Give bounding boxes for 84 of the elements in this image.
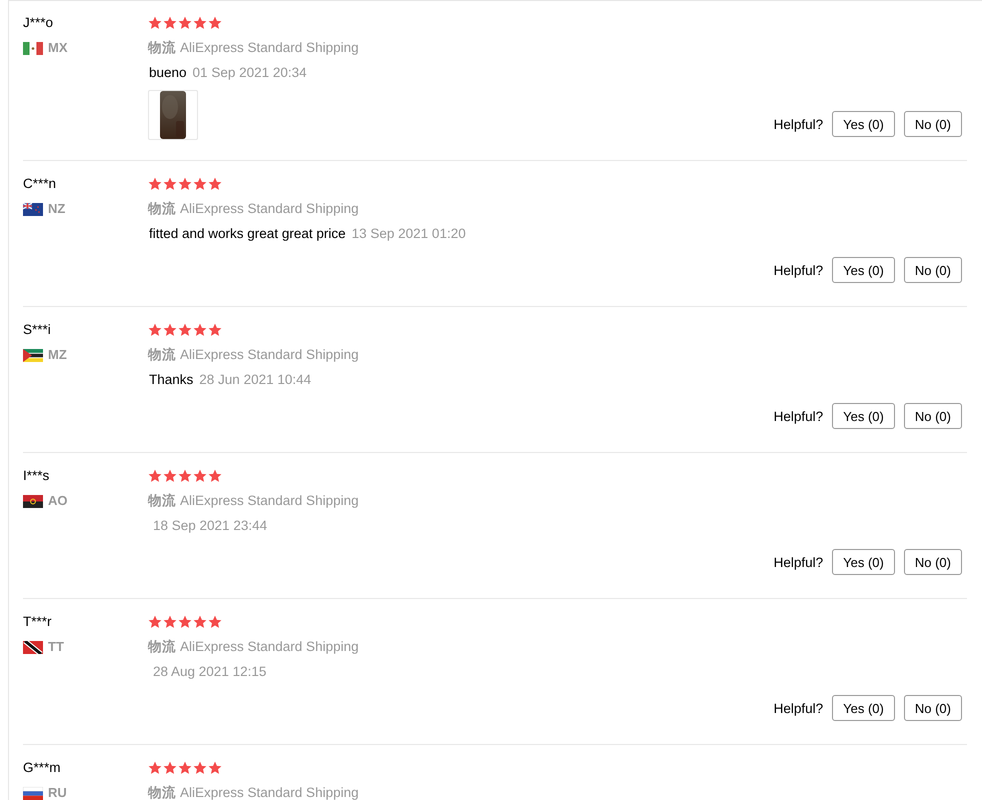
star-icon: [193, 469, 207, 483]
star-icon: [193, 16, 207, 30]
review-date: 13 Sep 2021 01:20: [352, 225, 466, 243]
no-button[interactable]: No (0): [904, 403, 962, 429]
star-icon: [163, 177, 177, 191]
review-text: Thanks: [149, 371, 194, 389]
helpful-label: Helpful?: [774, 262, 824, 278]
country-code: AO: [48, 492, 68, 510]
star-icon: [193, 177, 207, 191]
star-icon: [178, 323, 192, 337]
no-button[interactable]: No (0): [904, 695, 962, 721]
star-icon: [163, 16, 177, 30]
helpful-label: Helpful?: [774, 554, 824, 570]
shipping-label: 物流: [148, 784, 176, 800]
star-icon: [208, 469, 222, 483]
reviewer-name: S***i: [23, 321, 52, 339]
star-icon: [163, 615, 177, 629]
flag-icon: [23, 640, 43, 654]
review-date: 18 Sep 2021 23:44: [153, 517, 268, 535]
shipping-method: AliExpress Standard Shipping: [180, 346, 359, 364]
reviewer-name: C***n: [23, 175, 58, 193]
star-icon: [208, 323, 222, 337]
star-icon: [208, 615, 222, 629]
reviewer-name: T***r: [23, 613, 53, 631]
shipping-method: AliExpress Standard Shipping: [180, 39, 359, 57]
shipping-method: AliExpress Standard Shipping: [180, 492, 359, 510]
yes-button[interactable]: Yes (0): [832, 111, 895, 137]
star-icon: [163, 469, 177, 483]
review-date: 01 Sep 2021 20:34: [192, 64, 307, 82]
star-icon: [208, 177, 222, 191]
star-icon: [178, 615, 192, 629]
no-button[interactable]: No (0): [904, 111, 962, 137]
country-code: MX: [48, 39, 68, 57]
helpful-label: Helpful?: [774, 116, 824, 132]
star-icon: [178, 469, 192, 483]
review-date: 28 Jun 2021 10:44: [199, 371, 312, 389]
star-icon: [148, 323, 162, 337]
star-icon: [163, 323, 177, 337]
yes-button[interactable]: Yes (0): [832, 257, 895, 283]
star-icon: [193, 323, 207, 337]
reviewer-name: I***s: [23, 467, 50, 485]
shipping-label: 物流: [148, 492, 176, 510]
star-icon: [163, 761, 177, 775]
shipping-method: AliExpress Standard Shipping: [180, 784, 359, 800]
star-icon: [178, 16, 192, 30]
yes-button[interactable]: Yes (0): [832, 695, 895, 721]
star-icon: [148, 469, 162, 483]
country-code: NZ: [48, 200, 66, 218]
reviewer-name: G***m: [23, 759, 62, 777]
shipping-label: 物流: [148, 39, 176, 57]
shipping-method: AliExpress Standard Shipping: [180, 200, 359, 218]
review-text: fitted and works great great price: [149, 225, 346, 243]
helpful-label: Helpful?: [774, 700, 824, 716]
no-button[interactable]: No (0): [904, 549, 962, 575]
country-code: MZ: [48, 346, 67, 364]
shipping-method: AliExpress Standard Shipping: [180, 638, 359, 656]
flag-icon: [23, 42, 43, 54]
flag-icon: [23, 202, 43, 216]
country-code: RU: [48, 784, 67, 800]
star-icon: [208, 761, 222, 775]
star-icon: [148, 177, 162, 191]
star-icon: [178, 177, 192, 191]
star-icon: [178, 761, 192, 775]
yes-button[interactable]: Yes (0): [832, 403, 895, 429]
shipping-label: 物流: [148, 200, 176, 218]
star-icon: [148, 615, 162, 629]
review-date: 28 Aug 2021 12:15: [153, 663, 266, 681]
review-photo[interactable]: [148, 90, 198, 140]
star-icon: [193, 615, 207, 629]
shipping-label: 物流: [148, 346, 176, 364]
yes-button[interactable]: Yes (0): [832, 549, 895, 575]
helpful-label: Helpful?: [774, 408, 824, 424]
star-icon: [148, 761, 162, 775]
flag-icon: [23, 786, 43, 800]
country-code: TT: [48, 638, 64, 656]
reviewer-name: J***o: [23, 14, 54, 32]
no-button[interactable]: No (0): [904, 257, 962, 283]
review-text: bueno: [149, 64, 187, 82]
flag-icon: [23, 494, 43, 508]
shipping-label: 物流: [148, 638, 176, 656]
star-icon: [208, 16, 222, 30]
flag-icon: [23, 348, 43, 362]
star-icon: [193, 761, 207, 775]
star-icon: [148, 16, 162, 30]
